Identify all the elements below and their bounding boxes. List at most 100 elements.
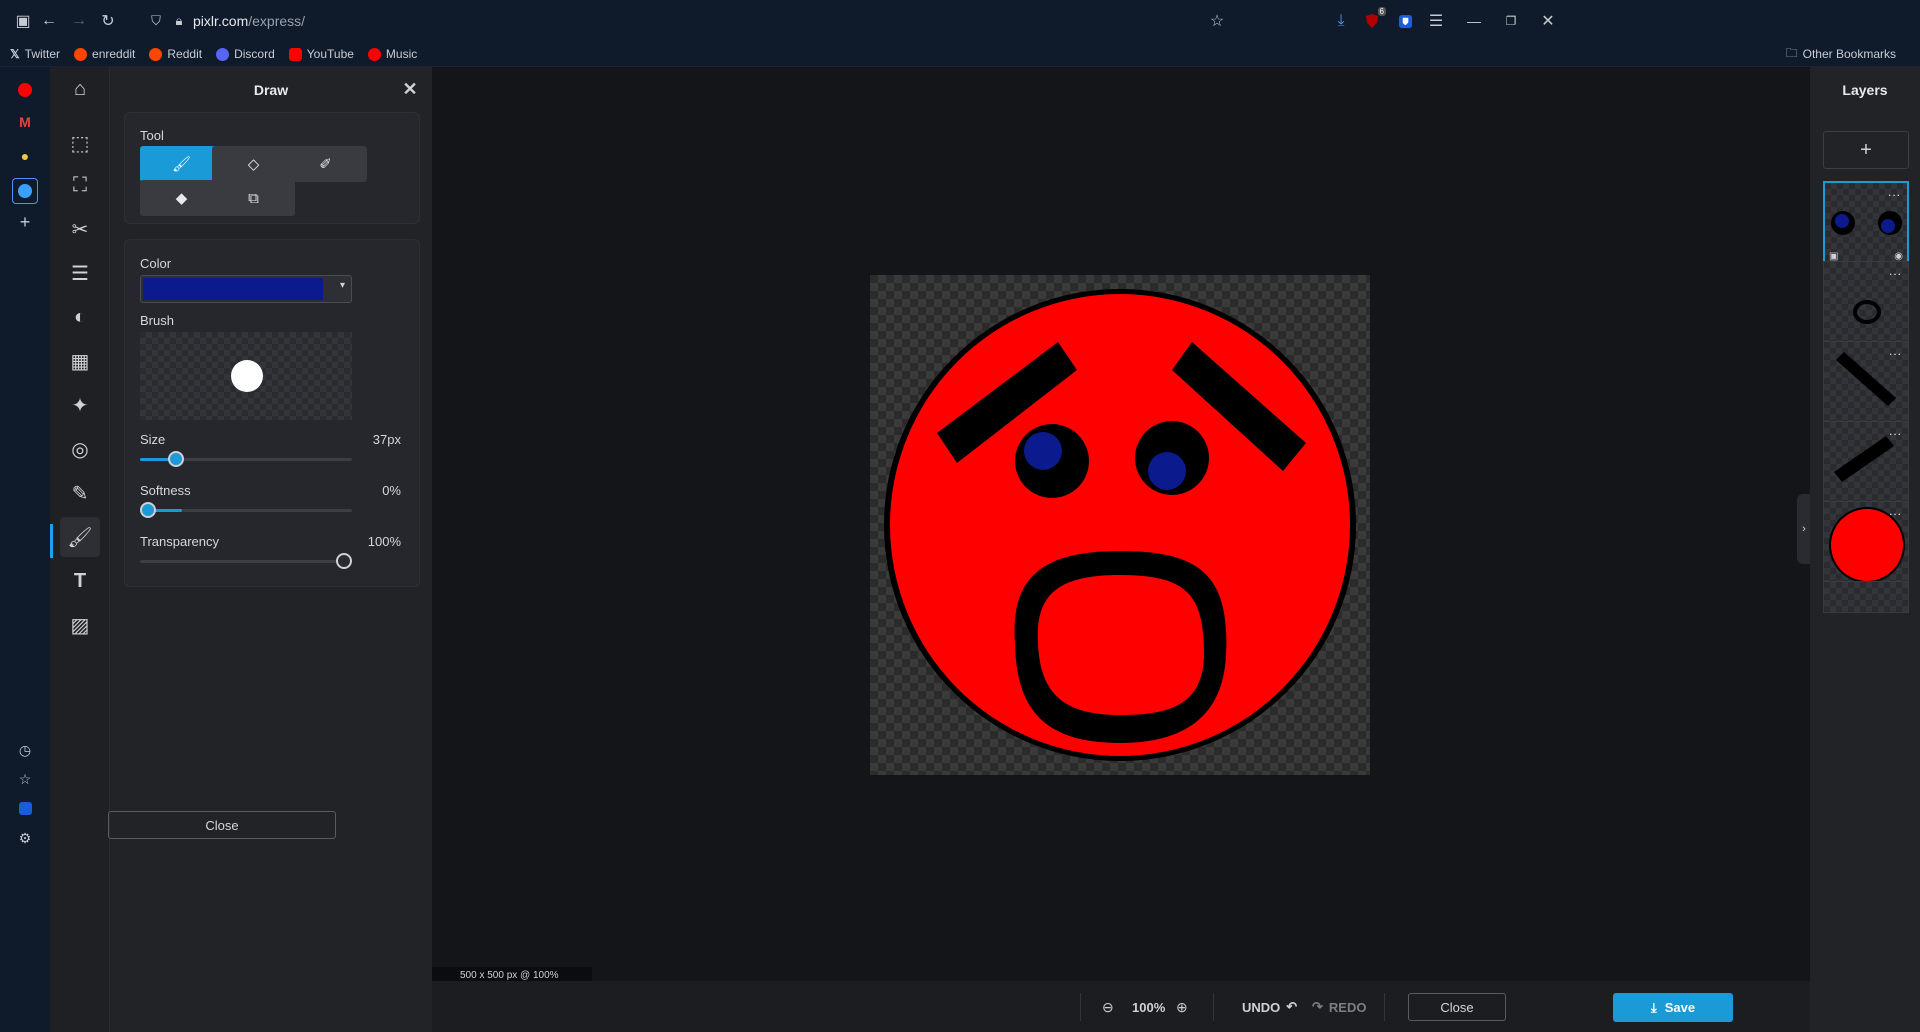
- bottom-toolbar: ⊖ 100% ⊕ UNDO ↶ ↷ REDO Close ⤓ Save: [432, 981, 1810, 1032]
- downloads-icon[interactable]: ⤓: [1330, 10, 1352, 32]
- layer-menu-icon[interactable]: ...: [1889, 264, 1902, 278]
- youtube-music-icon[interactable]: [14, 79, 36, 101]
- gmail-icon[interactable]: M: [14, 111, 36, 133]
- arrange-tool-icon[interactable]: ⬚: [60, 123, 100, 163]
- size-slider[interactable]: [140, 451, 352, 467]
- bitwarden-side-icon[interactable]: [14, 797, 36, 819]
- cutout-tool-icon[interactable]: ✂: [60, 209, 100, 249]
- layer-menu-icon[interactable]: ...: [1889, 344, 1902, 358]
- url-bar[interactable]: pixlr.com/express/: [193, 8, 1093, 34]
- transparency-value: 100%: [367, 534, 401, 549]
- draw-tool-icon[interactable]: 🖌︎: [60, 517, 100, 557]
- back-icon[interactable]: ←: [38, 10, 60, 32]
- zoom-level[interactable]: 100%: [1132, 993, 1165, 1021]
- chevron-down-icon: ▾: [339, 280, 345, 291]
- bookmark-discord[interactable]: Discord: [216, 47, 275, 61]
- redo-button[interactable]: ↷ REDO: [1312, 993, 1366, 1021]
- settings-icon[interactable]: ⚙: [14, 827, 36, 849]
- zoom-in-icon[interactable]: ⊕: [1176, 993, 1188, 1021]
- layer-thumbnail-right-brow[interactable]: ...: [1823, 341, 1909, 427]
- panel-close-button[interactable]: Close: [108, 811, 336, 839]
- fill-tool-button[interactable]: ◆: [140, 180, 223, 216]
- paint-bucket-icon: ◆: [175, 190, 188, 207]
- layer-thumbnail-mouth[interactable]: ...: [1823, 261, 1909, 347]
- star-icon[interactable]: ☆: [14, 768, 36, 790]
- bookmark-label: Twitter: [24, 47, 61, 61]
- sidebar-toggle-icon[interactable]: ▣: [12, 10, 34, 32]
- liquify-tool-icon[interactable]: ◎: [60, 429, 100, 469]
- pattern-tool-icon[interactable]: ▨: [60, 605, 100, 645]
- layer-thumbnail-eyes[interactable]: ... ▣ ◉: [1823, 181, 1909, 267]
- redo-icon: ↷: [1312, 999, 1323, 1014]
- clone-stamp-icon: ⧉: [248, 189, 259, 207]
- filter-tool-icon[interactable]: ◐: [60, 297, 100, 337]
- color-picker[interactable]: ▾: [140, 275, 352, 303]
- text-tool-icon[interactable]: T: [60, 561, 100, 601]
- home-icon[interactable]: ⌂: [60, 69, 100, 109]
- menu-icon[interactable]: ☰: [1425, 10, 1447, 32]
- music-icon: [367, 47, 381, 61]
- crop-tool-icon[interactable]: ⛶: [60, 165, 100, 205]
- brush-preview-dot: [231, 360, 263, 392]
- collapse-layers-tab[interactable]: ›: [1797, 494, 1811, 564]
- forward-icon[interactable]: →: [68, 10, 90, 32]
- layer-thumbnail-left-brow[interactable]: ...: [1823, 421, 1909, 507]
- reload-icon[interactable]: ↻: [97, 10, 119, 32]
- layer-menu-icon[interactable]: ...: [1889, 424, 1902, 438]
- restore-icon[interactable]: ❐: [1500, 10, 1522, 32]
- effect-tool-icon[interactable]: ▦: [60, 341, 100, 381]
- ublock-extension-icon[interactable]: 6: [1361, 7, 1386, 32]
- add-layer-button[interactable]: +: [1823, 131, 1909, 169]
- softness-value: 0%: [382, 483, 401, 498]
- bitwarden-icon[interactable]: [1394, 10, 1416, 32]
- folder-icon: 🗀: [1785, 45, 1798, 60]
- bookmark-music[interactable]: Music: [367, 47, 418, 61]
- zoom-out-icon[interactable]: ⊖: [1102, 993, 1114, 1021]
- adjust-tool-icon[interactable]: ☰: [60, 253, 100, 293]
- bookmark-youtube[interactable]: YouTube: [288, 47, 354, 61]
- pixlr-tab-icon[interactable]: [12, 178, 38, 204]
- bookmark-reddit[interactable]: Reddit: [149, 47, 202, 61]
- transparency-slider-knob[interactable]: [336, 553, 352, 569]
- youtube-icon: [288, 47, 302, 61]
- softness-slider-knob[interactable]: [140, 502, 156, 518]
- size-slider-knob[interactable]: [168, 451, 185, 467]
- minimize-icon[interactable]: —: [1463, 10, 1485, 32]
- layer-menu-icon[interactable]: ...: [1888, 185, 1901, 199]
- bookmark-star-icon[interactable]: ☆: [1206, 10, 1228, 32]
- close-icon[interactable]: ✕: [400, 79, 420, 99]
- bookmark-label: enreddit: [92, 47, 136, 61]
- shield-icon[interactable]: ⛉: [145, 10, 167, 32]
- bookmark-label: Music: [385, 47, 418, 61]
- heal-tool-icon[interactable]: ✎: [60, 473, 100, 513]
- layer-thumbnail-background[interactable]: [1823, 581, 1909, 613]
- undo-icon: ↶: [1286, 999, 1298, 1014]
- bookmark-twitter[interactable]: 𝕏 Twitter: [10, 47, 60, 61]
- bookmarks-bar: 𝕏 Twitter enreddit Reddit Discord YouTube…: [0, 42, 1920, 67]
- color-picker-button[interactable]: ✐: [284, 146, 367, 182]
- layer-thumbnail-face[interactable]: ...: [1823, 501, 1909, 587]
- close-window-icon[interactable]: ✕: [1537, 10, 1559, 32]
- brush-tool-button[interactable]: 🖌︎: [140, 146, 223, 182]
- url-host: pixlr.com: [193, 13, 249, 29]
- x-icon: 𝕏: [10, 47, 20, 61]
- history-icon[interactable]: ◷: [14, 739, 36, 761]
- layer-menu-icon[interactable]: ...: [1889, 504, 1902, 518]
- other-bookmarks[interactable]: 🗀 Other Bookmarks: [1786, 44, 1896, 65]
- close-button[interactable]: Close: [1408, 993, 1506, 1021]
- image-canvas[interactable]: [870, 275, 1370, 775]
- mouth: [1037, 575, 1204, 715]
- retouch-tool-icon[interactable]: ✦: [60, 385, 100, 425]
- brush-preview: [140, 332, 352, 420]
- softness-slider[interactable]: [140, 502, 352, 518]
- transparency-slider[interactable]: [140, 553, 352, 569]
- eyedropper-icon: ✐: [319, 156, 332, 173]
- size-value: 37px: [372, 432, 401, 447]
- clone-tool-button[interactable]: ⧉: [212, 180, 295, 216]
- bookmark-enreddit[interactable]: enreddit: [74, 47, 135, 61]
- undo-button[interactable]: UNDO ↶: [1242, 993, 1297, 1021]
- add-panel-icon[interactable]: +: [14, 211, 36, 233]
- eraser-tool-button[interactable]: ◇: [212, 146, 295, 182]
- extension-icon[interactable]: ●: [14, 145, 36, 167]
- save-button[interactable]: ⤓ Save: [1613, 993, 1733, 1022]
